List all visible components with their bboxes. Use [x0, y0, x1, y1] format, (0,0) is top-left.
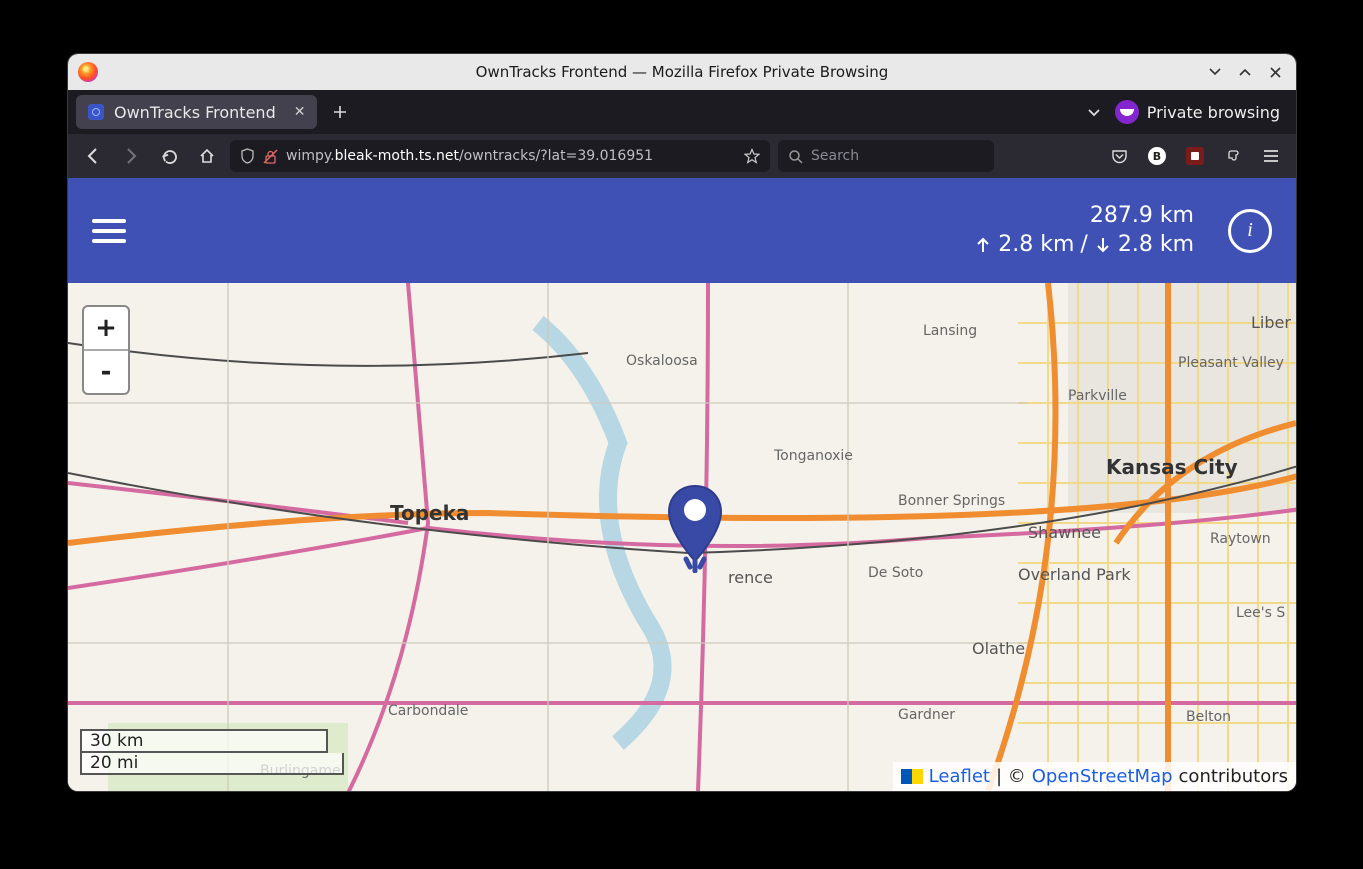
nav-toolbar: wimpy.bleak-moth.ts.net/owntracks/?lat=3… — [68, 134, 1296, 178]
map-label-overland: Overland Park — [1018, 565, 1131, 584]
distance-sep: / — [1080, 231, 1087, 260]
distance-stats: 287.9 km 2.8 km / 2.8 km — [974, 202, 1194, 259]
bookmark-star-icon[interactable] — [744, 148, 760, 164]
attrib-suffix: contributors — [1179, 766, 1288, 787]
map-label-lees: Lee's S — [1236, 605, 1285, 621]
tab-dropdown-button[interactable] — [1087, 105, 1101, 119]
forward-button[interactable] — [116, 141, 146, 171]
distance-down: 2.8 km — [1118, 231, 1194, 260]
tab-strip: OwnTracks Frontend ✕ Private browsing — [68, 90, 1296, 134]
extension-b-button[interactable]: B — [1142, 141, 1172, 171]
browser-window: OwnTracks Frontend — Mozilla Firefox Pri… — [68, 54, 1296, 791]
reload-button[interactable] — [154, 141, 184, 171]
distance-total: 287.9 km — [974, 202, 1194, 231]
tab-title: OwnTracks Frontend — [114, 103, 276, 122]
url-bar[interactable]: wimpy.bleak-moth.ts.net/owntracks/?lat=3… — [230, 140, 770, 172]
leaflet-link[interactable]: Leaflet — [929, 766, 990, 787]
map-label-shawnee: Shawnee — [1028, 523, 1101, 542]
menu-button[interactable] — [92, 219, 126, 243]
map-label-bonner: Bonner Springs — [898, 493, 1005, 509]
scale-km: 30 km — [80, 729, 328, 753]
search-placeholder: Search — [811, 148, 859, 164]
tabstrip-right: Private browsing — [1087, 100, 1288, 124]
map-label-olathe: Olathe — [972, 639, 1025, 658]
tab-close-button[interactable]: ✕ — [294, 104, 306, 120]
pocket-button[interactable] — [1104, 141, 1134, 171]
map-label-lawrence: rence — [728, 568, 773, 587]
zoom-in-button[interactable]: + — [84, 307, 128, 349]
ukraine-flag-icon — [901, 769, 923, 784]
tab-favicon-icon — [88, 104, 104, 120]
window-titlebar: OwnTracks Frontend — Mozilla Firefox Pri… — [68, 54, 1296, 90]
tab-active[interactable]: OwnTracks Frontend ✕ — [76, 95, 317, 129]
map-label-tonganoxie: Tonganoxie — [774, 448, 853, 464]
app-menu-button[interactable] — [1256, 141, 1286, 171]
map-label-lansing: Lansing — [923, 323, 977, 339]
attrib-sep: | © — [996, 766, 1026, 787]
ublock-button[interactable] — [1180, 141, 1210, 171]
map-label-oskaloosa: Oskaloosa — [626, 353, 698, 369]
window-title: OwnTracks Frontend — Mozilla Firefox Pri… — [68, 63, 1296, 81]
map-label-kansascity: Kansas City — [1106, 455, 1238, 479]
app-header: 287.9 km 2.8 km / 2.8 km i — [68, 178, 1296, 283]
private-browsing-indicator: Private browsing — [1115, 100, 1280, 124]
search-bar[interactable]: Search — [778, 140, 994, 172]
lock-insecure-icon — [263, 149, 278, 164]
private-label: Private browsing — [1147, 103, 1280, 122]
map-label-belton: Belton — [1186, 709, 1231, 725]
map-label-carbondale: Carbondale — [388, 703, 468, 719]
shield-icon — [240, 148, 255, 164]
url-text: wimpy.bleak-moth.ts.net/owntracks/?lat=3… — [286, 148, 736, 164]
home-button[interactable] — [192, 141, 222, 171]
map-label-pleasant: Pleasant Valley — [1178, 355, 1284, 371]
zoom-out-button[interactable]: - — [84, 349, 128, 393]
new-tab-button[interactable] — [325, 97, 355, 127]
map-label-desoto: De Soto — [868, 565, 923, 581]
scale-mi: 20 mi — [80, 753, 344, 775]
scale-control: 30 km 20 mi — [80, 729, 344, 775]
extensions-button[interactable] — [1218, 141, 1248, 171]
map-label-gardner: Gardner — [898, 707, 955, 723]
info-button[interactable]: i — [1228, 209, 1272, 253]
search-icon — [788, 149, 803, 164]
distance-up: 2.8 km — [998, 231, 1074, 260]
letter-b-icon: B — [1148, 147, 1166, 165]
osm-link[interactable]: OpenStreetMap — [1032, 766, 1173, 787]
page-content: 287.9 km 2.8 km / 2.8 km i — [68, 178, 1296, 791]
map-canvas[interactable]: Lansing Liber Oskaloosa Pleasant Valley Park… — [68, 283, 1296, 791]
zoom-control: + - — [82, 305, 130, 395]
arrow-down-icon — [1094, 236, 1112, 254]
mask-icon — [1115, 100, 1139, 124]
arrow-up-icon — [974, 236, 992, 254]
back-button[interactable] — [78, 141, 108, 171]
map-label-raytown: Raytown — [1210, 531, 1271, 547]
ublock-icon — [1186, 147, 1204, 165]
map-label-topeka: Topeka — [390, 501, 469, 525]
map-label-liberty: Liber — [1251, 313, 1291, 332]
toolbar-right: B — [1104, 141, 1286, 171]
map-label-parkville: Parkville — [1068, 388, 1127, 404]
map-attribution: Leaflet | © OpenStreetMap contributors — [893, 762, 1296, 791]
